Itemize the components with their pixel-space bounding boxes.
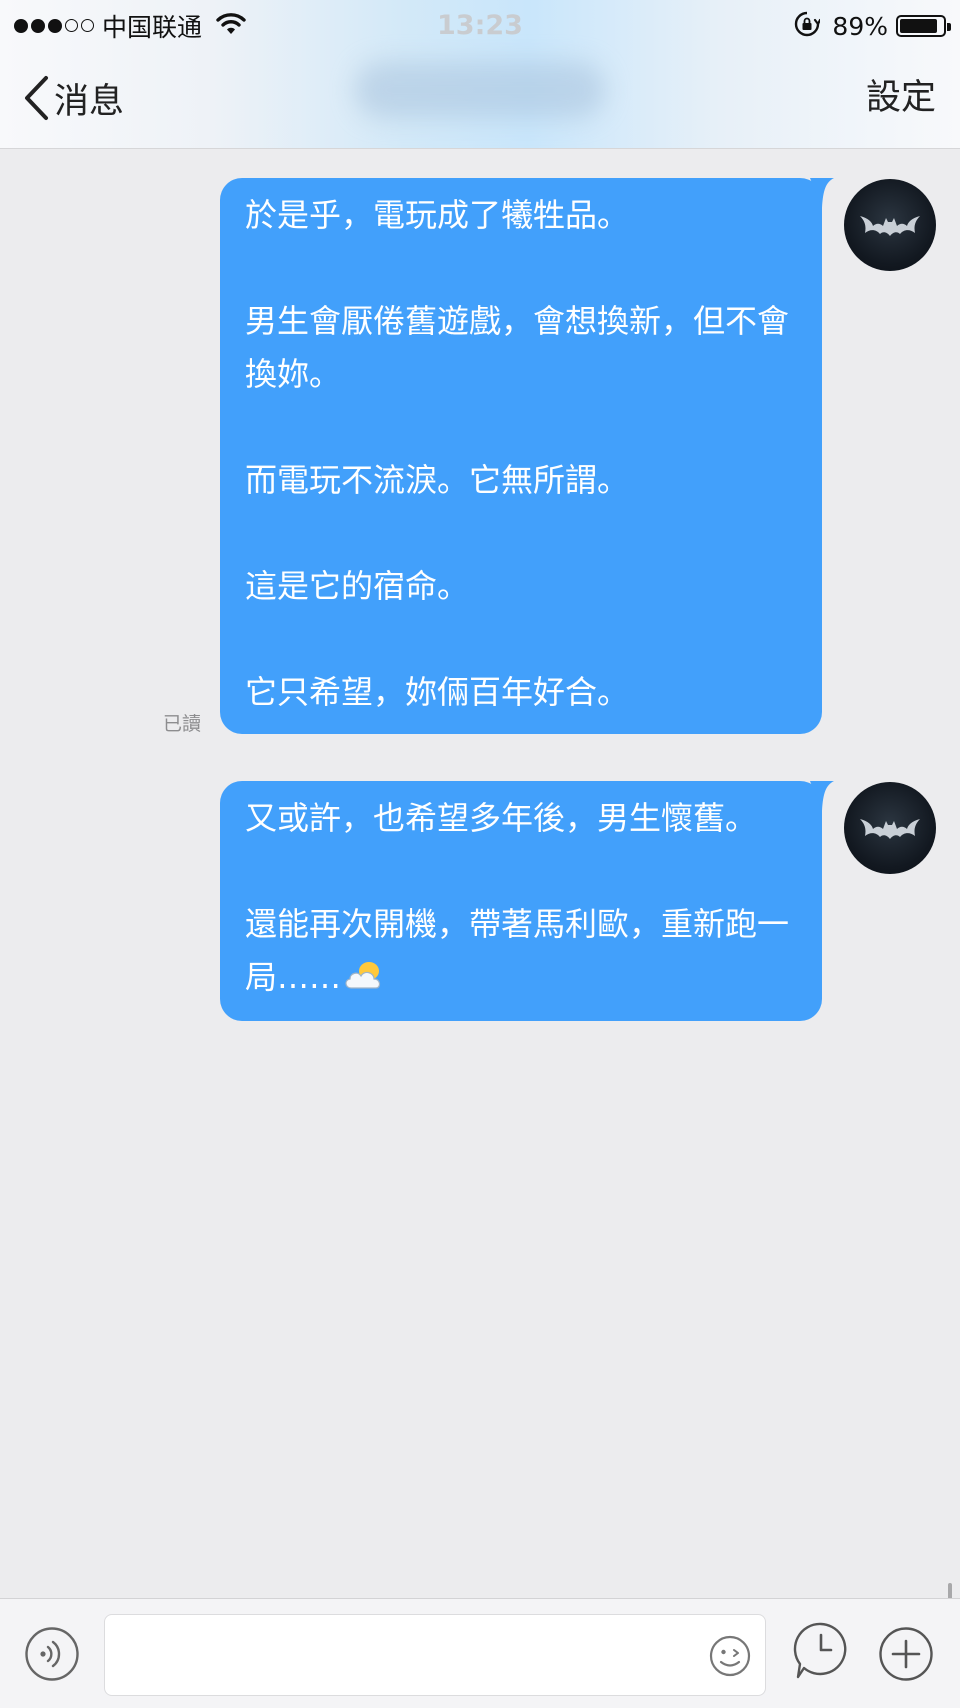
add-button[interactable] (878, 1626, 934, 1682)
battery-icon (896, 15, 951, 37)
bat-logo-icon (860, 819, 920, 839)
message-bubble[interactable]: 於是乎，電玩成了犧牲品。 男生會厭倦舊遊戲，會想換新，但不會換妳。 而電玩不流淚… (220, 178, 834, 734)
message-bubble[interactable]: 又或許，也希望多年後，男生懷舊。 還能再次開機，帶著馬利歐，重新跑一局…… (220, 781, 834, 1021)
bubble-tail (810, 781, 834, 811)
blurred-chat-title (355, 62, 605, 118)
input-bar (0, 1598, 960, 1708)
message-text: 還能再次開機，帶著馬利歐，重新跑一局…… (245, 905, 790, 996)
rotation-lock-icon (794, 11, 822, 41)
battery-fill (900, 19, 938, 33)
voice-icon (25, 1627, 79, 1681)
read-receipt: 已讀 (163, 713, 202, 735)
clock-icon (793, 1622, 847, 1679)
emoji-icon (709, 1635, 751, 1677)
message-text: 這是它的宿命。 (245, 567, 470, 605)
plus-icon (879, 1627, 933, 1681)
back-button[interactable]: 消息 (22, 70, 124, 126)
message-text: 又或許，也希望多年後，男生懷舊。 (245, 799, 758, 837)
message-text: 它只希望，妳倆百年好合。 (245, 673, 630, 711)
avatar[interactable] (844, 179, 936, 271)
battery-percent: 89% (832, 11, 888, 41)
settings-button[interactable]: 設定 (866, 70, 936, 126)
message-text: 於是乎，電玩成了犧牲品。 (245, 196, 630, 234)
history-button[interactable] (792, 1621, 850, 1681)
message-text-line: 還能再次開機，帶著馬利歐，重新跑一局…… (245, 898, 800, 1006)
back-button-label: 消息 (54, 81, 125, 122)
top-header: 中国联通 13:23 89% 消息 設定 (0, 0, 960, 149)
voice-button[interactable] (24, 1626, 80, 1682)
message-input[interactable] (105, 1615, 765, 1695)
chevron-left-icon (25, 76, 48, 120)
status-bar-right: 89% (794, 6, 951, 46)
message-input-wrapper (104, 1614, 766, 1696)
message-text: 而電玩不流淚。它無所謂。 (245, 461, 630, 499)
bubble-tail (810, 178, 834, 208)
message-text: 男生會厭倦舊遊戲，會想換新，但不會換妳。 (245, 302, 790, 393)
bat-logo-icon (860, 216, 920, 236)
battery-tip (947, 23, 951, 31)
cloud-emoji-icon (343, 953, 385, 1006)
avatar[interactable] (844, 782, 936, 874)
emoji-button[interactable] (709, 1635, 751, 1677)
